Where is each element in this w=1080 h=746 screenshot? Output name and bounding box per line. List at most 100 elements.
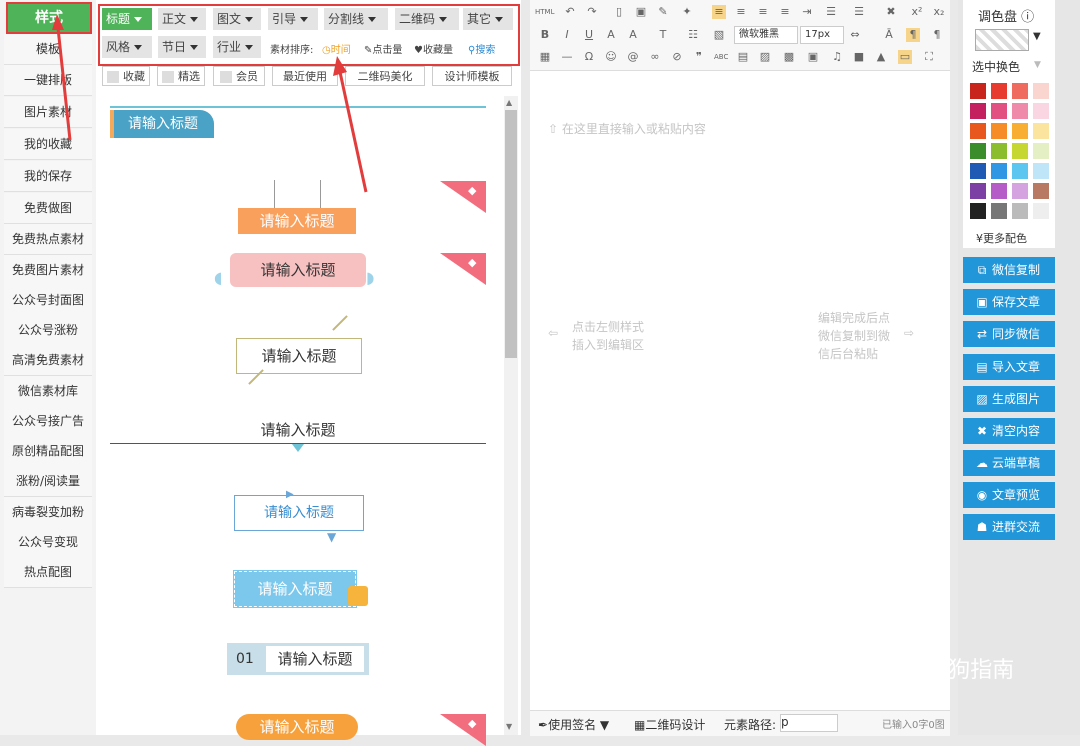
- color-swatch[interactable]: [970, 83, 986, 99]
- sort-by-clicks[interactable]: ✎点击量: [364, 41, 402, 56]
- template-title-9[interactable]: 请输入标题: [236, 714, 358, 740]
- rtl-icon[interactable]: ¶: [930, 28, 944, 42]
- redo-icon[interactable]: ↷: [585, 5, 599, 19]
- link-icon[interactable]: ∞: [648, 50, 662, 64]
- help-icon[interactable]: ⓘ: [1017, 10, 1034, 25]
- save-article-button[interactable]: ▣ 保存文章: [963, 289, 1055, 315]
- sidebar-item-ads[interactable]: 公众号接广告: [4, 406, 92, 437]
- color-swatch[interactable]: [970, 203, 986, 219]
- font-border-icon[interactable]: A: [604, 28, 618, 42]
- clear-format-icon[interactable]: ✦: [680, 5, 694, 19]
- color-swatch[interactable]: [970, 183, 986, 199]
- qrcode-beautify-button[interactable]: 二维码美化: [345, 66, 425, 86]
- bold-icon[interactable]: B: [538, 28, 552, 42]
- color-swatch[interactable]: [1033, 143, 1049, 159]
- color-swatch[interactable]: [1012, 143, 1028, 159]
- filter-guide[interactable]: 引导: [268, 8, 318, 30]
- member-toggle[interactable]: 会员: [213, 66, 265, 86]
- filter-other[interactable]: 其它: [463, 8, 513, 30]
- image-small-icon[interactable]: ▩: [782, 50, 796, 64]
- sidebar-item-monetize[interactable]: 公众号变现: [4, 527, 92, 558]
- sidebar-item-templates[interactable]: 模板: [4, 34, 92, 65]
- sidebar-item-favorites[interactable]: 我的收藏: [4, 129, 92, 160]
- color-swatch[interactable]: [1012, 183, 1028, 199]
- color-swatch[interactable]: [970, 143, 986, 159]
- color-swatch[interactable]: [1012, 163, 1028, 179]
- horizontal-rule-icon[interactable]: —: [560, 50, 574, 64]
- cloud-draft-button[interactable]: ☁ 云端草稿: [963, 450, 1055, 476]
- filter-title[interactable]: 标题: [102, 8, 152, 30]
- sidebar-item-original-images[interactable]: 原创精品配图: [4, 436, 92, 467]
- generate-image-button[interactable]: ▨ 生成图片: [963, 386, 1055, 412]
- color-swatch[interactable]: [1033, 103, 1049, 119]
- italic-icon[interactable]: I: [560, 28, 574, 42]
- filter-industry[interactable]: 行业: [213, 36, 261, 58]
- paragraph-spacing-icon[interactable]: ☰: [852, 5, 866, 19]
- element-path-select[interactable]: p: [780, 714, 838, 732]
- color-swatch[interactable]: [991, 103, 1007, 119]
- line-spacing-icon[interactable]: ☰: [824, 5, 838, 19]
- case-icon[interactable]: Ā: [882, 28, 896, 42]
- sidebar-item-wechat-library[interactable]: 微信素材库: [4, 376, 92, 407]
- sidebar-item-viral[interactable]: 病毒裂变加粉: [4, 497, 92, 528]
- sort-by-time[interactable]: ◷时间: [322, 41, 351, 56]
- scroll-up-icon[interactable]: ▲: [506, 98, 512, 107]
- color-swatch[interactable]: [1033, 183, 1049, 199]
- join-group-button[interactable]: ☗ 进群交流: [963, 514, 1055, 540]
- sidebar-item-one-click-layout[interactable]: 一键排版: [4, 65, 92, 96]
- color-swatch[interactable]: [991, 123, 1007, 139]
- underline-icon[interactable]: U: [582, 28, 596, 42]
- chevron-down-icon[interactable]: ▼: [1033, 31, 1041, 42]
- filter-body-text[interactable]: 正文: [158, 8, 206, 30]
- subscript-icon[interactable]: x₂: [932, 5, 946, 19]
- image-insert-icon[interactable]: ▨: [758, 50, 772, 64]
- color-swatch[interactable]: [970, 163, 986, 179]
- filter-style[interactable]: 风格: [102, 36, 152, 58]
- format-brush-icon[interactable]: ✎: [656, 5, 670, 19]
- import-article-button[interactable]: ▤ 导入文章: [963, 354, 1055, 380]
- sidebar-item-hd-materials[interactable]: 高清免费素材: [4, 345, 92, 376]
- search-link[interactable]: ⚲搜索: [468, 41, 495, 56]
- wechat-copy-button[interactable]: ⧉ 微信复制: [963, 257, 1055, 283]
- letter-spacing-icon[interactable]: ⇔: [848, 28, 862, 42]
- template-title-6[interactable]: 请输入标题: [234, 495, 364, 531]
- color-swatch[interactable]: [1033, 163, 1049, 179]
- video-icon[interactable]: ■: [852, 50, 866, 64]
- font-family-select[interactable]: 微软雅黑: [734, 26, 798, 44]
- list-icon[interactable]: ☷: [686, 28, 700, 42]
- gif-icon[interactable]: ▲: [874, 50, 888, 64]
- qrcode-design-link[interactable]: ▦二维码设计: [634, 716, 705, 733]
- omega-icon[interactable]: Ω: [582, 50, 596, 64]
- sidebar-item-free-design[interactable]: 免费做图: [4, 193, 92, 224]
- template-title-2[interactable]: 请输入标题: [238, 208, 356, 234]
- music-icon[interactable]: ♫: [830, 50, 844, 64]
- undo-icon[interactable]: ↶: [563, 5, 577, 19]
- sidebar-item-style[interactable]: 样式: [6, 2, 92, 34]
- sidebar-item-hot-images[interactable]: 热点配图: [4, 557, 92, 588]
- template-title-7[interactable]: 请输入标题: [233, 570, 357, 608]
- template-title-1[interactable]: 请输入标题: [110, 110, 214, 138]
- recent-button[interactable]: 最近使用: [272, 66, 338, 86]
- quote-icon[interactable]: ❞: [692, 50, 706, 64]
- color-swatch[interactable]: [1012, 103, 1028, 119]
- font-color-icon[interactable]: A: [626, 28, 640, 42]
- color-swatch[interactable]: [1033, 83, 1049, 99]
- article-preview-button[interactable]: ◉ 文章预览: [963, 482, 1055, 508]
- align-left-icon[interactable]: ≡: [712, 5, 726, 19]
- html-source-button[interactable]: HTML: [535, 8, 554, 16]
- sidebar-item-image-materials[interactable]: 图片素材: [4, 97, 92, 128]
- color-swatch[interactable]: [991, 203, 1007, 219]
- signature-menu[interactable]: ✒使用签名 ▼: [538, 716, 609, 733]
- chevron-down-icon[interactable]: ▼: [1034, 60, 1041, 70]
- vip-badge[interactable]: [440, 253, 486, 285]
- editor-area[interactable]: [530, 0, 950, 735]
- image-gallery-icon[interactable]: ▤: [736, 50, 750, 64]
- color-swatch[interactable]: [1012, 203, 1028, 219]
- template-title-8[interactable]: 请输入标题: [266, 646, 364, 672]
- sidebar-item-saved[interactable]: 我的保存: [4, 161, 92, 192]
- align-right-icon[interactable]: ≡: [756, 5, 770, 19]
- anchor-icon[interactable]: @: [626, 50, 640, 64]
- color-swatch[interactable]: [991, 163, 1007, 179]
- align-center-icon[interactable]: ≡: [734, 5, 748, 19]
- unlink-icon[interactable]: ⊘: [670, 50, 684, 64]
